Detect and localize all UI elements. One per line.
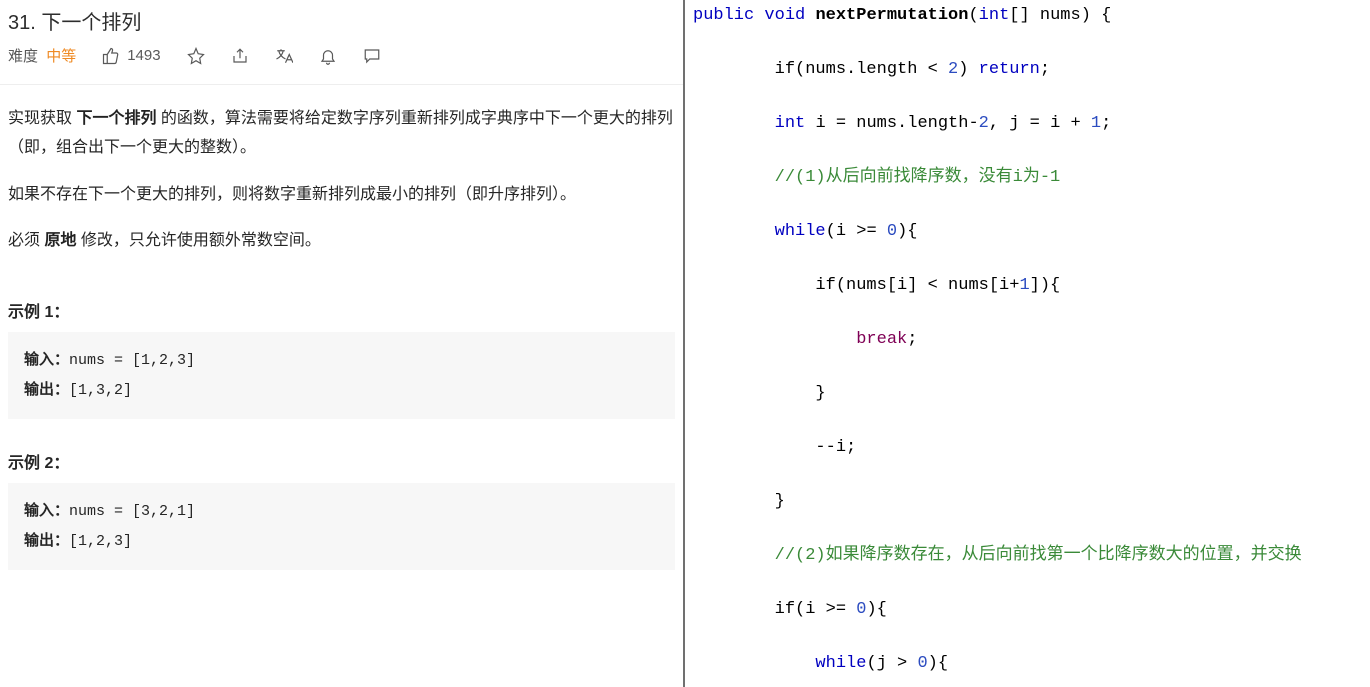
code-token: while — [775, 222, 826, 241]
likes-count: 1493 — [127, 47, 160, 64]
code-token: nextPermutation — [815, 6, 968, 25]
description-paragraph: 如果不存在下一个更大的排列，则将数字重新排列成最小的排列（即升序排列）。 — [8, 181, 675, 210]
code-token: ) — [958, 60, 978, 79]
code-token — [693, 546, 775, 565]
text: 实现获取 — [8, 110, 76, 127]
code-token: ]){ — [1030, 276, 1061, 295]
example-input-label: 输入： — [24, 502, 69, 519]
code-token: //(1)从后向前找降序数，没有i为-1 — [775, 168, 1061, 187]
code-line: while(i >= 0){ — [687, 218, 1370, 245]
code-line: int i = nums.length-2, j = i + 1; — [687, 110, 1370, 137]
code-token: [] nums) { — [1009, 6, 1111, 25]
description-paragraph: 必须 原地 修改，只允许使用额外常数空间。 — [8, 227, 675, 256]
code-line: break; — [687, 326, 1370, 353]
code-token: ; — [907, 330, 917, 349]
code-token: return — [979, 60, 1040, 79]
text: 必须 — [8, 232, 44, 249]
star-icon[interactable] — [187, 47, 205, 65]
code-token: (j > — [866, 654, 917, 673]
example-input-value: nums = [3,2,1] — [69, 503, 195, 520]
code-editor[interactable]: public void nextPermutation(int[] nums) … — [685, 0, 1370, 687]
code-token: if(nums.length < — [693, 60, 948, 79]
example-output-label: 输出： — [24, 381, 69, 398]
code-line: //(1)从后向前找降序数，没有i为-1 — [687, 164, 1370, 191]
example-input-label: 输入： — [24, 351, 69, 368]
code-line: if(nums[i] < nums[i+1]){ — [687, 272, 1370, 299]
code-token: 0 — [856, 600, 866, 619]
code-line: } — [687, 380, 1370, 407]
bell-icon[interactable] — [319, 47, 337, 65]
code-token: ){ — [897, 222, 917, 241]
code-token: 0 — [887, 222, 897, 241]
code-token — [693, 114, 775, 133]
code-token: int — [979, 6, 1010, 25]
code-token: } — [693, 384, 826, 403]
example-output-label: 输出： — [24, 532, 69, 549]
problem-description: 实现获取 下一个排列 的函数，算法需要将给定数字序列重新排列成字典序中下一个更大… — [0, 85, 683, 282]
difficulty: 难度 中等 — [8, 45, 76, 66]
code-token: void — [764, 6, 815, 25]
code-token: int — [775, 114, 816, 133]
code-token: ; — [1040, 60, 1050, 79]
code-token: ( — [968, 6, 978, 25]
code-line: public void nextPermutation(int[] nums) … — [687, 2, 1370, 29]
code-token: 0 — [917, 654, 927, 673]
code-token: 1 — [1019, 276, 1029, 295]
example-input-value: nums = [1,2,3] — [69, 352, 195, 369]
example-block: 输入：nums = [3,2,1] 输出：[1,2,3] — [8, 483, 675, 570]
code-token: if(i >= — [693, 600, 856, 619]
code-token: 2 — [979, 114, 989, 133]
code-token: } — [693, 492, 785, 511]
problem-title: 31. 下一个排列 — [0, 0, 683, 45]
code-token: public — [693, 6, 764, 25]
code-line: } — [687, 488, 1370, 515]
code-token: i = nums.length- — [815, 114, 978, 133]
code-token: ){ — [866, 600, 886, 619]
translate-icon[interactable] — [275, 47, 293, 65]
example-block: 输入：nums = [1,2,3] 输出：[1,3,2] — [8, 332, 675, 419]
code-token — [693, 222, 775, 241]
code-token: --i; — [693, 438, 856, 457]
share-icon[interactable] — [231, 47, 249, 65]
code-token: while — [815, 654, 866, 673]
code-token — [693, 654, 815, 673]
code-token: , j = i + — [989, 114, 1091, 133]
text-strong: 原地 — [44, 232, 76, 249]
code-line: while(j > 0){ — [687, 650, 1370, 677]
text-strong: 下一个排列 — [76, 110, 156, 127]
description-paragraph: 实现获取 下一个排列 的函数，算法需要将给定数字序列重新排列成字典序中下一个更大… — [8, 105, 675, 163]
difficulty-value: 中等 — [46, 48, 76, 65]
code-token: //(2)如果降序数存在，从后向前找第一个比降序数大的位置，并交换 — [775, 546, 1302, 565]
difficulty-label: 难度 — [8, 48, 38, 65]
code-token: 1 — [1091, 114, 1101, 133]
example-output-value: [1,2,3] — [69, 533, 132, 550]
thumbs-up-icon — [102, 47, 120, 65]
code-token: ; — [1101, 114, 1111, 133]
code-token: ){ — [928, 654, 948, 673]
code-token: 2 — [948, 60, 958, 79]
problem-panel: 31. 下一个排列 难度 中等 1493 实现获取 下一个排列 的 — [0, 0, 685, 687]
code-token: break — [856, 330, 907, 349]
example-title: 示例 1： — [0, 282, 683, 332]
code-line: //(2)如果降序数存在，从后向前找第一个比降序数大的位置，并交换 — [687, 542, 1370, 569]
code-line: if(nums.length < 2) return; — [687, 56, 1370, 83]
text: 修改，只允许使用额外常数空间。 — [76, 232, 320, 249]
likes-button[interactable]: 1493 — [102, 47, 160, 65]
code-line: --i; — [687, 434, 1370, 461]
problem-meta: 难度 中等 1493 — [0, 45, 683, 85]
code-line: if(i >= 0){ — [687, 596, 1370, 623]
code-token: (i >= — [826, 222, 887, 241]
example-title: 示例 2： — [0, 433, 683, 483]
code-token: if(nums[i] < nums[i+ — [693, 276, 1019, 295]
code-token — [693, 168, 775, 187]
code-token — [693, 330, 856, 349]
feedback-icon[interactable] — [363, 47, 381, 65]
example-output-value: [1,3,2] — [69, 382, 132, 399]
